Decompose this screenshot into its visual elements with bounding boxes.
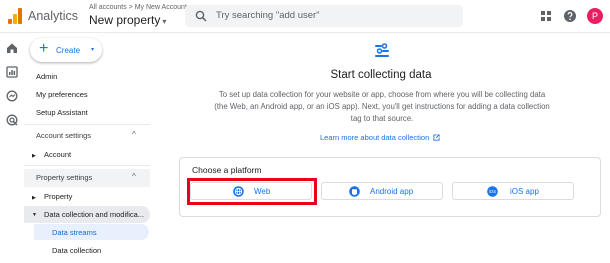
plus-icon: + <box>39 40 49 57</box>
triangle-down-icon: ▼ <box>32 212 37 218</box>
web-label: Web <box>254 187 271 196</box>
avatar[interactable]: P <box>587 8 603 24</box>
android-app-button[interactable]: Android app <box>321 182 443 200</box>
search-icon <box>195 10 207 22</box>
page-title: Start collecting data <box>330 69 432 81</box>
sidebar-item-data-streams[interactable]: Data streams <box>52 228 97 237</box>
ios-app-button[interactable]: iOS iOS app <box>452 182 574 200</box>
external-link-icon <box>433 134 440 141</box>
ios-icon: iOS <box>487 186 498 197</box>
web-globe-icon <box>233 186 244 197</box>
create-button[interactable]: + Create ▾ <box>30 38 102 62</box>
sidebar-item-data-collection-and-modification[interactable]: Data collection and modifica... <box>44 210 144 219</box>
advertising-icon[interactable] <box>6 114 18 126</box>
chevron-up-icon[interactable]: ^ <box>132 130 136 139</box>
chevron-down-icon: ▾ <box>162 17 167 26</box>
help-icon[interactable] <box>563 9 577 23</box>
top-bar: Analytics All accounts > My New Account … <box>0 0 610 33</box>
sidebar-item-admin[interactable]: Admin <box>36 72 57 81</box>
icon-rail <box>0 33 24 263</box>
divider <box>24 124 150 125</box>
sidebar-item-data-collection[interactable]: Data collection <box>52 246 101 255</box>
app-name: Analytics <box>28 9 79 23</box>
sidebar-item-property[interactable]: Property <box>44 192 72 201</box>
learn-more-label: Learn more about data collection <box>320 133 430 142</box>
home-icon[interactable] <box>6 42 18 54</box>
sidebar-item-my-preferences[interactable]: My preferences <box>36 90 88 99</box>
section-property-settings[interactable]: Property settings <box>36 173 92 182</box>
apps-grid-icon[interactable] <box>539 9 553 23</box>
create-label: Create <box>56 46 81 55</box>
platform-card: Choose a platform Web Android app iOS iO… <box>179 157 601 217</box>
analytics-logo-icon <box>8 8 22 24</box>
main-content: Start collecting data To set up data col… <box>152 33 610 263</box>
triangle-right-icon: ▶ <box>32 153 36 159</box>
divider <box>24 165 150 166</box>
search-bar[interactable]: Try searching "add user" <box>185 5 463 27</box>
learn-more-link[interactable]: Learn more about data collection <box>320 133 440 142</box>
ios-badge-text: iOS <box>489 189 496 194</box>
platform-card-title: Choose a platform <box>192 165 262 175</box>
section-account-settings[interactable]: Account settings <box>36 131 91 140</box>
property-picker[interactable]: New property ▾ <box>89 13 166 27</box>
page-description: To set up data collection for your websi… <box>214 90 550 123</box>
web-platform-button[interactable]: Web <box>190 182 312 200</box>
search-placeholder: Try searching "add user" <box>216 10 320 21</box>
ios-app-label: iOS app <box>510 187 539 196</box>
admin-sidebar: + Create ▾ Admin My preferences Setup As… <box>24 33 152 263</box>
chevron-down-icon: ▾ <box>91 47 95 53</box>
triangle-right-icon: ▶ <box>32 195 36 201</box>
android-app-label: Android app <box>370 187 414 196</box>
sidebar-item-account[interactable]: Account <box>44 150 71 159</box>
chevron-up-icon[interactable]: ^ <box>132 172 136 181</box>
explore-icon[interactable] <box>6 90 18 102</box>
data-streams-icon <box>375 43 389 57</box>
property-name: New property <box>89 13 161 27</box>
sidebar-item-setup-assistant[interactable]: Setup Assistant <box>36 108 88 117</box>
reports-icon[interactable] <box>6 66 18 78</box>
android-icon <box>349 186 360 197</box>
breadcrumb[interactable]: All accounts > My New Account <box>89 4 187 11</box>
